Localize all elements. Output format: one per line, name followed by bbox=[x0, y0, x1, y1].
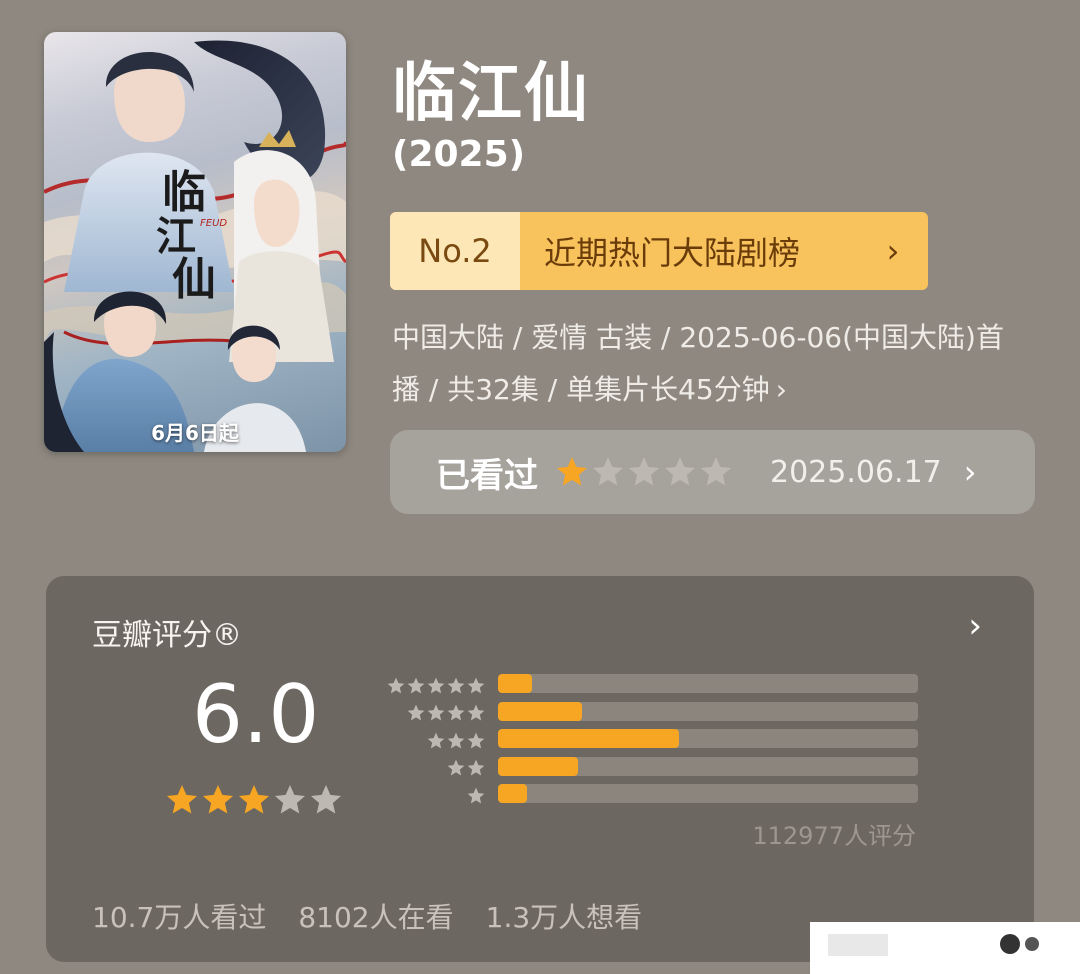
histogram-bar bbox=[498, 674, 532, 693]
show-year: (2025) bbox=[392, 134, 526, 175]
histogram-track bbox=[498, 701, 918, 721]
histogram-row-label bbox=[376, 782, 486, 810]
want-to-watch-count: 1.3万人想看 bbox=[485, 901, 643, 934]
watching-count: 8102人在看 bbox=[298, 901, 454, 934]
star-icon bbox=[467, 704, 485, 721]
audience-stats: 10.7万人看过 8102人在看 1.3万人想看 bbox=[92, 896, 642, 936]
star-icon bbox=[427, 704, 445, 721]
star-icon bbox=[593, 457, 623, 486]
histogram-track bbox=[498, 674, 918, 693]
star-icon bbox=[407, 677, 425, 694]
star-icon bbox=[427, 732, 445, 749]
douban-rating-card[interactable]: 豆瓣评分® › 6.0 112977人评分 10.7万人看过 8102人在看 1… bbox=[46, 576, 1034, 962]
histogram-row-label bbox=[376, 727, 486, 755]
histogram-track bbox=[498, 756, 918, 776]
star-icon bbox=[311, 785, 341, 814]
average-score: 6.0 bbox=[192, 668, 320, 761]
histogram-row-label bbox=[376, 700, 486, 728]
my-rating-stars[interactable] bbox=[554, 454, 734, 490]
star-icon bbox=[387, 677, 405, 694]
poster-artwork: 临 江 仙 FEUD bbox=[44, 40, 346, 452]
svg-text:仙: 仙 bbox=[172, 254, 216, 305]
watermark-redaction bbox=[810, 922, 1080, 974]
star-icon bbox=[427, 677, 445, 694]
watched-count: 10.7万人看过 bbox=[92, 901, 267, 934]
watched-status: 已看过 bbox=[436, 455, 538, 496]
show-title: 临江仙 bbox=[392, 57, 590, 131]
watched-date: 2025.06.17 bbox=[770, 454, 942, 490]
histogram-bar bbox=[498, 784, 528, 803]
meta-text: 中国大陆 / 爱情 古装 / 2025-06-06(中国大陆)首播 / 共32集… bbox=[392, 321, 1004, 406]
star-icon bbox=[447, 732, 465, 749]
histogram-star-labels bbox=[376, 672, 486, 810]
star-icon bbox=[629, 457, 659, 486]
star-icon bbox=[467, 787, 485, 804]
rank-number: No.2 bbox=[390, 212, 520, 290]
vote-count: 112977人评分 bbox=[752, 822, 916, 850]
star-icon bbox=[557, 457, 587, 486]
chevron-right-icon: › bbox=[963, 453, 977, 491]
svg-text:江: 江 bbox=[156, 213, 196, 260]
star-icon bbox=[701, 457, 731, 486]
star-icon bbox=[275, 785, 305, 814]
star-icon bbox=[167, 785, 197, 814]
histogram-track bbox=[498, 729, 918, 748]
histogram-row-label bbox=[376, 755, 486, 783]
star-icon bbox=[665, 457, 695, 486]
show-meta-info[interactable]: 中国大陆 / 爱情 古装 / 2025-06-06(中国大陆)首播 / 共32集… bbox=[392, 312, 1012, 416]
svg-text:临: 临 bbox=[162, 167, 206, 218]
star-icon bbox=[203, 785, 233, 814]
poster-image[interactable]: 临 江 仙 FEUD 6月6日起 bbox=[44, 32, 346, 452]
star-icon bbox=[447, 759, 465, 776]
histogram-bar bbox=[498, 729, 679, 748]
histogram-bar bbox=[498, 701, 582, 721]
chevron-right-icon: › bbox=[886, 232, 900, 270]
rating-card-title: 豆瓣评分® bbox=[92, 618, 242, 653]
star-icon bbox=[407, 704, 425, 721]
rank-list-name: 近期热门大陆剧榜 bbox=[544, 234, 801, 272]
my-rating-bar[interactable]: 已看过 2025.06.17 › bbox=[390, 430, 1035, 514]
ranking-banner[interactable]: No.2 近期热门大陆剧榜 › bbox=[390, 212, 928, 290]
star-icon bbox=[467, 759, 485, 776]
score-stars bbox=[164, 782, 344, 818]
histogram-row-label bbox=[376, 672, 486, 700]
svg-text:FEUD: FEUD bbox=[200, 218, 227, 229]
star-icon bbox=[467, 677, 485, 694]
chevron-right-icon: › bbox=[775, 373, 787, 406]
star-icon bbox=[467, 732, 485, 749]
rating-histogram bbox=[498, 674, 918, 812]
poster-date-caption: 6月6日起 bbox=[151, 421, 239, 445]
chevron-right-icon[interactable]: › bbox=[968, 606, 982, 646]
histogram-bar bbox=[498, 756, 578, 776]
star-icon bbox=[239, 785, 269, 814]
histogram-track bbox=[498, 784, 918, 803]
star-icon bbox=[447, 677, 465, 694]
star-icon bbox=[447, 704, 465, 721]
